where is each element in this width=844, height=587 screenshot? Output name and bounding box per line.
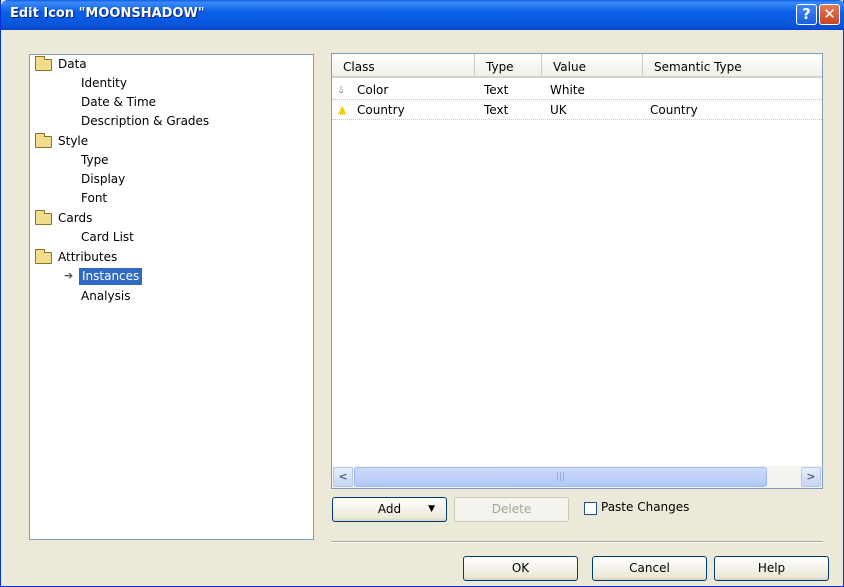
cell-value: White: [550, 83, 585, 97]
warning-icon: ▲: [338, 103, 347, 116]
window-title: Edit Icon "MOONSHADOW": [10, 6, 205, 21]
footer-separator: [331, 541, 823, 543]
folder-icon: [35, 133, 52, 148]
scroll-right-button[interactable]: >: [801, 467, 821, 487]
folder-icon: [35, 56, 52, 71]
tree-item-instances[interactable]: Instances: [79, 268, 143, 285]
edit-icon-dialog: Edit Icon "MOONSHADOW" ? ✕ Data Identity…: [0, 0, 844, 587]
tree-item-analysis[interactable]: Analysis: [81, 288, 130, 305]
cell-value: UK: [550, 103, 567, 117]
tree-item-label: Data: [58, 57, 87, 71]
scroll-left-button[interactable]: <: [333, 467, 353, 487]
delete-button[interactable]: Delete: [454, 497, 569, 522]
cell-class: Color: [357, 83, 389, 97]
tree-item-description-grades[interactable]: Description & Grades: [81, 113, 209, 130]
add-button-label: Add: [377, 502, 402, 516]
tree-item-label: Style: [58, 134, 89, 148]
close-icon: ✕: [823, 5, 836, 23]
folder-icon: [35, 249, 52, 264]
drop-icon: 💧︎: [339, 83, 344, 96]
tree-item-type[interactable]: Type: [81, 152, 109, 169]
attributes-list[interactable]: Class Type Value Semantic Type 💧︎ Color …: [331, 53, 823, 489]
cancel-button[interactable]: Cancel: [592, 556, 707, 581]
add-button[interactable]: Add ▼: [332, 497, 447, 522]
tree-item-display[interactable]: Display: [81, 171, 125, 188]
folder-icon: [35, 210, 52, 225]
scrollbar-thumb[interactable]: |||: [354, 467, 767, 487]
help-button[interactable]: Help: [714, 556, 829, 581]
cell-class: Country: [357, 103, 405, 117]
table-row[interactable]: 💧︎ Color Text White: [332, 80, 822, 100]
tree-item-font[interactable]: Font: [81, 190, 107, 207]
tree-item-date-time[interactable]: Date & Time: [81, 94, 156, 111]
grip-icon: |||: [555, 472, 566, 482]
tree-item-label: Attributes: [58, 250, 118, 264]
help-title-button[interactable]: ?: [796, 4, 817, 25]
tree-folder-data[interactable]: Data: [35, 56, 87, 73]
ok-button[interactable]: OK: [463, 556, 578, 581]
tree-folder-style[interactable]: Style: [35, 133, 88, 150]
chevron-left-icon: <: [338, 470, 348, 483]
paste-changes-checkbox[interactable]: [584, 502, 597, 515]
close-button[interactable]: ✕: [819, 4, 840, 25]
list-header: Class Type Value Semantic Type: [332, 54, 822, 78]
category-tree[interactable]: Data Identity Date & Time Description & …: [29, 54, 314, 540]
tree-folder-cards[interactable]: Cards: [35, 210, 92, 227]
column-header-type[interactable]: Type: [475, 54, 542, 76]
dropdown-arrow-icon: ▼: [428, 504, 435, 514]
tree-item-identity[interactable]: Identity: [81, 75, 127, 92]
cell-semantic-type: Country: [650, 103, 698, 117]
column-header-value[interactable]: Value: [542, 54, 643, 76]
paste-changes-label: Paste Changes: [601, 500, 690, 514]
cell-type: Text: [484, 83, 509, 97]
tree-item-label: Cards: [58, 211, 93, 225]
horizontal-scrollbar[interactable]: < ||| >: [332, 466, 822, 488]
current-arrow-icon: ➔: [64, 269, 74, 282]
column-header-class[interactable]: Class: [332, 54, 475, 76]
table-row[interactable]: ▲ Country Text UK Country: [332, 100, 822, 120]
column-header-semantic-type[interactable]: Semantic Type: [643, 54, 822, 76]
chevron-right-icon: >: [806, 470, 816, 483]
cell-type: Text: [484, 103, 509, 117]
title-bar: Edit Icon "MOONSHADOW" ? ✕: [1, 0, 844, 30]
tree-item-card-list[interactable]: Card List: [81, 229, 134, 246]
tree-folder-attributes[interactable]: Attributes: [35, 249, 117, 266]
